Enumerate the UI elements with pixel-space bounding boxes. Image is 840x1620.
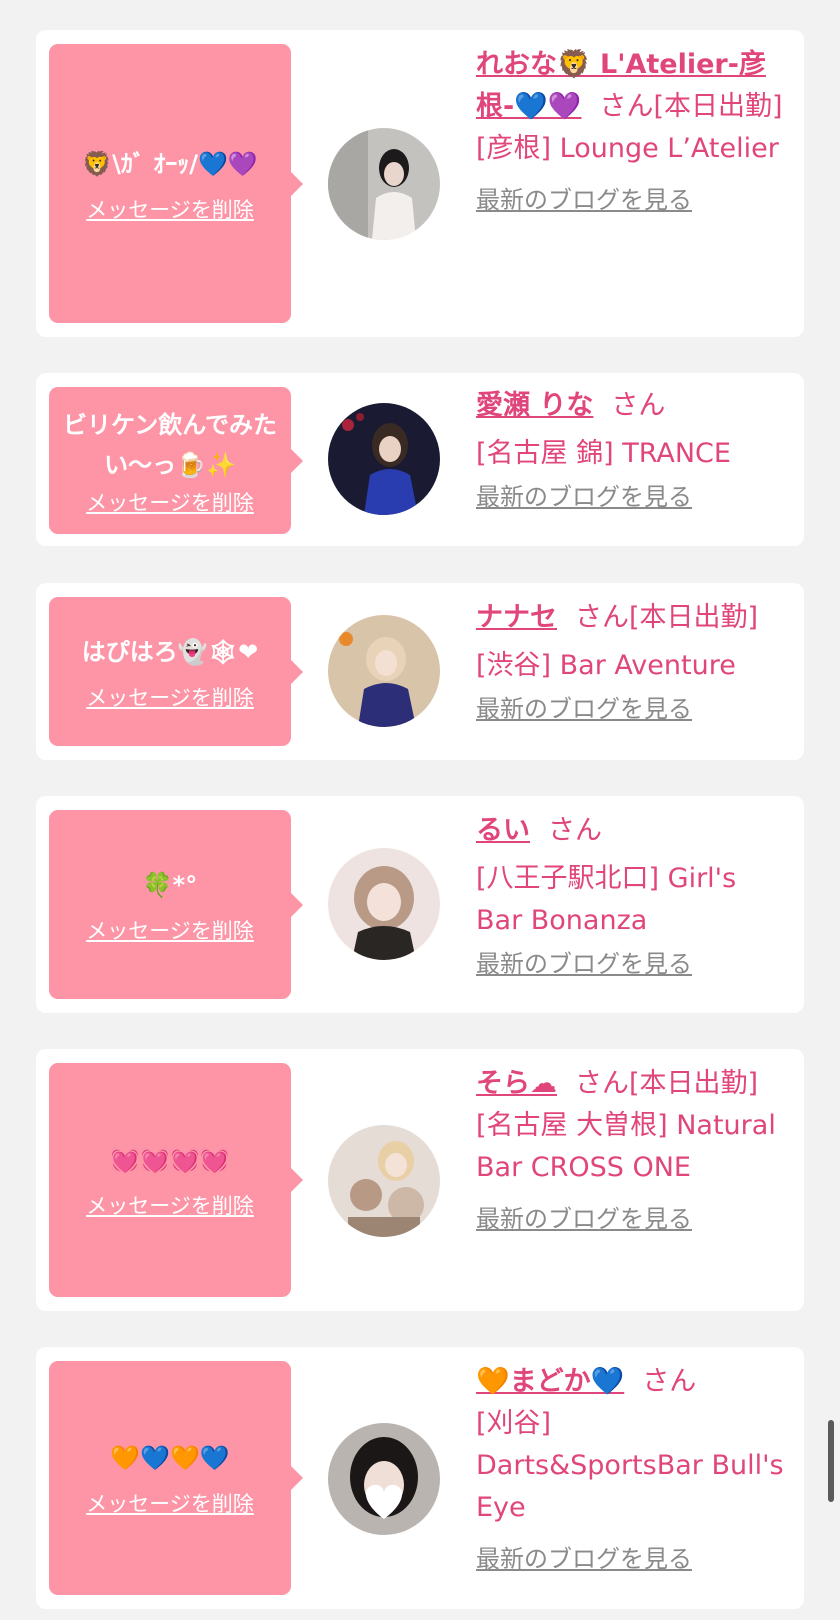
- latest-blog-link[interactable]: 最新のブログを見る: [476, 693, 692, 725]
- latest-blog-link[interactable]: 最新のブログを見る: [476, 1543, 692, 1575]
- honorific: さん: [575, 602, 629, 633]
- message-bubble: 🧡💙🧡💙 メッセージを削除: [49, 1361, 303, 1595]
- cast-info: そら☁ さん[本日出勤] [名古屋 大曽根] Natural Bar CROSS …: [476, 1063, 786, 1240]
- avatar[interactable]: [328, 403, 440, 515]
- delete-message-link[interactable]: メッセージを削除: [86, 489, 254, 517]
- latest-blog-link[interactable]: 最新のブログを見る: [476, 184, 692, 216]
- delete-message-link[interactable]: メッセージを削除: [86, 917, 254, 945]
- avatar[interactable]: [328, 1125, 440, 1237]
- honorific: さん: [548, 815, 602, 846]
- cast-name-link[interactable]: そら☁: [476, 1068, 557, 1099]
- avatar[interactable]: [328, 128, 440, 240]
- message-text: 🧡💙🧡💙: [110, 1444, 230, 1472]
- favorites-list: 🦁\ｶﾞ ｵｰｯ/💙💜 メッセージを削除 れおな🦁 L'Atelier-彦根-💙…: [0, 0, 840, 1620]
- delete-message-link[interactable]: メッセージを削除: [86, 684, 254, 712]
- shop-name: [名古屋 大曽根] Natural Bar CROSS ONE: [476, 1110, 776, 1183]
- message-bubble: ビリケン飲んでみたい〜っ🍺✨ メッセージを削除: [49, 387, 303, 534]
- honorific: さん: [642, 1366, 697, 1397]
- shop-name: [渋谷] Bar Aventure: [476, 650, 736, 681]
- attendance-status: [本日出勤]: [629, 602, 759, 633]
- avatar[interactable]: [328, 848, 440, 960]
- shop-name: [彦根] Lounge L’Atelier: [476, 133, 779, 164]
- shop-name: [八王子駅北口] Girl's Bar Bonanza: [476, 863, 737, 936]
- cast-info: 🧡まどか💙 さん [刈谷] Darts&SportsBar Bull's Eye …: [476, 1361, 786, 1580]
- attendance-status: [本日出勤]: [653, 91, 783, 122]
- favorite-card: はぴはろ👻🕸❤ メッセージを削除 ナナセ さん[本日出勤] [渋谷] Bar Av…: [36, 583, 804, 760]
- avatar[interactable]: [328, 615, 440, 727]
- message-bubble: 🦁\ｶﾞ ｵｰｯ/💙💜 メッセージを削除: [49, 44, 303, 323]
- cast-info: れおな🦁 L'Atelier-彦根-💙💜 さん[本日出勤] [彦根] Lounge…: [476, 44, 786, 221]
- favorite-card: 💓💓💓💓 メッセージを削除 そら☁ さん[本日出勤] [名古屋 大曽根] Natu…: [36, 1049, 804, 1311]
- honorific: さん: [599, 91, 654, 122]
- latest-blog-link[interactable]: 最新のブログを見る: [476, 948, 692, 980]
- message-text: はぴはろ👻🕸❤: [81, 637, 259, 666]
- favorite-card: 🦁\ｶﾞ ｵｰｯ/💙💜 メッセージを削除 れおな🦁 L'Atelier-彦根-💙…: [36, 30, 804, 337]
- scrollbar[interactable]: [828, 1420, 834, 1502]
- shop-name: [名古屋 錦] TRANCE: [476, 438, 731, 469]
- cast-info: るい さん [八王子駅北口] Girl's Bar Bonanza 最新のブログを…: [476, 810, 786, 985]
- attendance-status: [本日出勤]: [629, 1068, 759, 1099]
- favorite-card: 🧡💙🧡💙 メッセージを削除 🧡まどか💙 さん [刈谷] Darts&SportsB…: [36, 1347, 804, 1609]
- delete-message-link[interactable]: メッセージを削除: [86, 196, 254, 224]
- cast-info: 愛瀬 りな さん [名古屋 錦] TRANCE 最新のブログを見る: [476, 385, 786, 518]
- cast-name-link[interactable]: ナナセ: [476, 602, 557, 633]
- message-text: 🍀*°: [142, 870, 198, 899]
- message-bubble: はぴはろ👻🕸❤ メッセージを削除: [49, 597, 303, 746]
- avatar[interactable]: [328, 1423, 440, 1535]
- favorite-card: 🍀*° メッセージを削除 るい さん [八王子駅北口] Girl's Bar Bo…: [36, 796, 804, 1013]
- message-text: ビリケン飲んでみたい〜っ🍺✨: [62, 410, 278, 479]
- honorific: さん: [575, 1068, 629, 1099]
- delete-message-link[interactable]: メッセージを削除: [86, 1490, 254, 1518]
- latest-blog-link[interactable]: 最新のブログを見る: [476, 481, 692, 513]
- shop-name: [刈谷] Darts&SportsBar Bull's Eye: [476, 1408, 784, 1523]
- message-text: 🦁\ｶﾞ ｵｰｯ/💙💜: [82, 149, 258, 178]
- cast-name-link[interactable]: 🧡まどか💙: [476, 1366, 624, 1397]
- honorific: さん: [611, 390, 666, 421]
- message-text: 💓💓💓💓: [110, 1146, 230, 1174]
- message-bubble: 🍀*° メッセージを削除: [49, 810, 303, 999]
- cast-info: ナナセ さん[本日出勤] [渋谷] Bar Aventure 最新のブログを見る: [476, 597, 786, 730]
- latest-blog-link[interactable]: 最新のブログを見る: [476, 1203, 692, 1235]
- delete-message-link[interactable]: メッセージを削除: [86, 1192, 254, 1220]
- cast-name-link[interactable]: るい: [476, 815, 530, 846]
- cast-name-link[interactable]: 愛瀬 りな: [476, 390, 593, 421]
- favorite-card: ビリケン飲んでみたい〜っ🍺✨ メッセージを削除 愛瀬 りな さん [名古屋 錦] …: [36, 373, 804, 546]
- message-bubble: 💓💓💓💓 メッセージを削除: [49, 1063, 303, 1297]
